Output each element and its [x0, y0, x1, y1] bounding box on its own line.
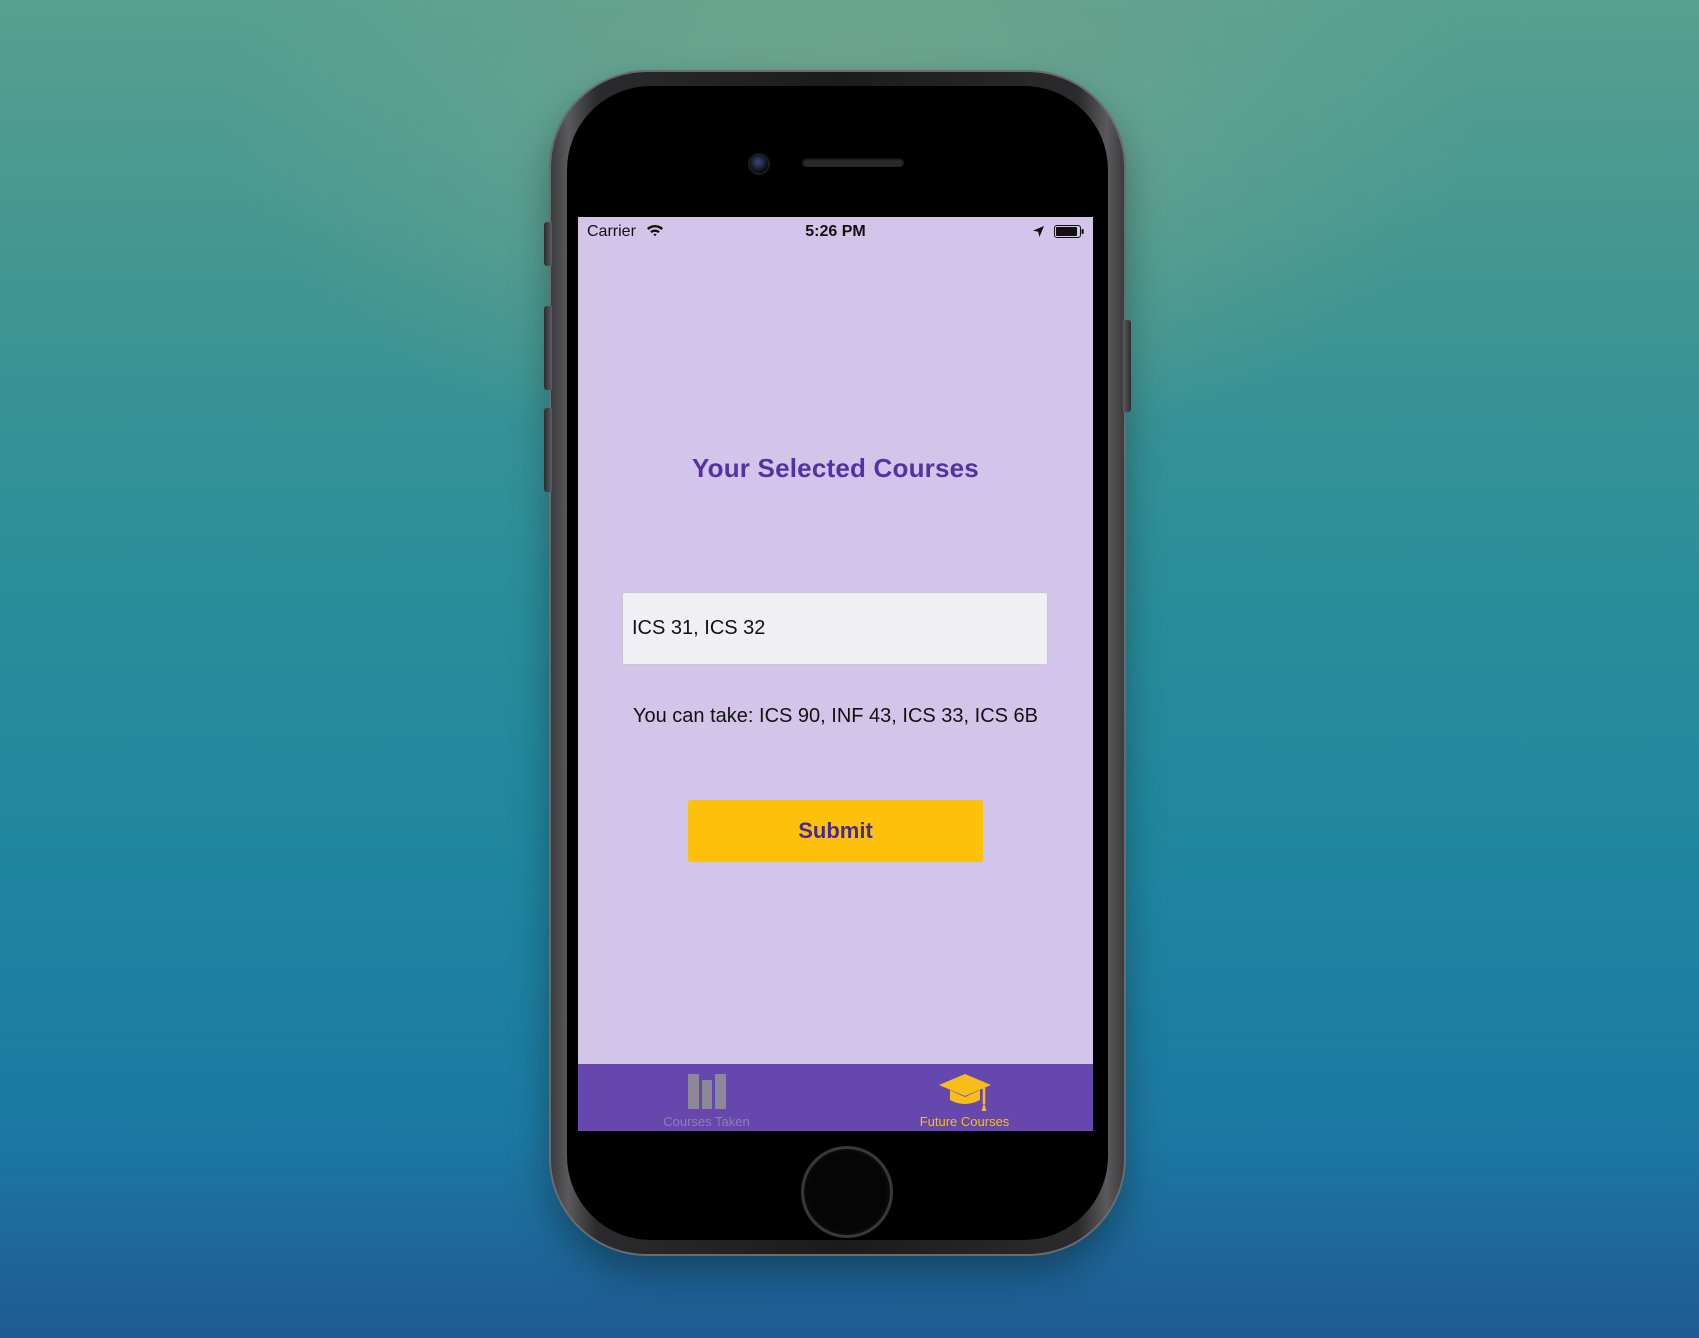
location-arrow-icon — [1032, 225, 1045, 243]
volume-down-button — [544, 408, 552, 492]
status-bar: Carrier 5:26 PM — [578, 217, 1093, 247]
submit-button[interactable]: Submit — [688, 800, 983, 862]
home-button[interactable] — [804, 1149, 890, 1235]
tab-label-courses-taken: Courses Taken — [663, 1114, 750, 1129]
battery-icon — [1054, 225, 1085, 243]
power-button — [1123, 320, 1131, 412]
tab-bar: Courses Taken Future Courses — [578, 1064, 1093, 1131]
graduation-cap-icon — [938, 1071, 992, 1117]
front-camera — [750, 155, 768, 173]
earpiece-speaker — [802, 158, 904, 167]
eligible-courses-text: You can take: ICS 90, INF 43, ICS 33, IC… — [632, 705, 1039, 727]
selected-courses-input[interactable] — [622, 592, 1048, 665]
status-time: 5:26 PM — [805, 223, 866, 240]
page-title: Your Selected Courses — [692, 453, 979, 483]
mute-switch — [544, 222, 552, 266]
volume-up-button — [544, 306, 552, 390]
tab-future-courses[interactable]: Future Courses — [836, 1064, 1093, 1131]
app-screen: Carrier 5:26 PM Your Selected Courses Yo… — [578, 217, 1093, 1131]
books-icon — [686, 1071, 728, 1115]
tab-label-future-courses: Future Courses — [919, 1114, 1010, 1129]
tab-courses-taken[interactable]: Courses Taken — [578, 1064, 835, 1131]
